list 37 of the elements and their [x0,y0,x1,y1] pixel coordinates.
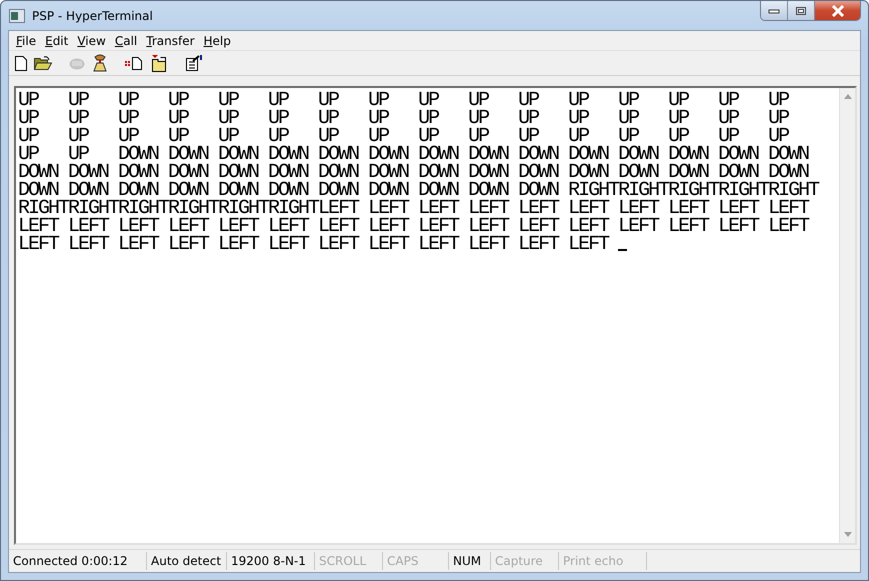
menu-item[interactable]: Call [112,34,144,48]
terminal-line: UP UP UP UP UP UP UP UP UP UP UP UP UP UP UP UP [18,92,790,110]
new-document-icon[interactable] [15,56,27,70]
terminal-line: UP UP UP UP UP UP UP UP UP UP UP UP UP UP UP UP [18,128,789,146]
app-icon [9,8,25,22]
menu-item[interactable]: View [74,34,112,48]
terminal-line: UP UP UP UP UP UP UP UP UP UP UP UP UP UP UP UP [18,110,790,128]
phone-icon[interactable] [92,54,108,72]
minimize-icon [768,8,780,14]
status-panel: CAPS [383,552,449,570]
window-title: PSP - HyperTerminal [32,8,153,22]
menu-item[interactable]: Transfer [143,34,201,48]
status-panel: NUM [449,552,491,570]
menu-item[interactable]: File [13,34,42,48]
status-panel: 19200 8-N-1 [227,552,315,570]
status-panel: Auto detect [147,552,227,570]
receive-file-icon[interactable] [150,54,168,72]
terminal-line: DOWN DOWN DOWN DOWN DOWN DOWN DOWN DOWN DOWN DOWN DOWN DOWN DOWN DOWN DOWN DOWN [18,164,808,182]
minimize-button[interactable] [761,1,788,20]
status-panel: Connected 0:00:12 [9,552,147,570]
properties-icon[interactable] [185,55,203,71]
terminal-line: LEFT LEFT LEFT LEFT LEFT LEFT LEFT LEFT LEFT LEFT LEFT LEFT LEFT LEFT LEFT LEFT [18,218,810,236]
close-button[interactable] [815,1,860,20]
menu-item[interactable]: Edit [42,34,74,48]
terminal-line: RIGHTRIGHTRIGHTRIGHTRIGHTRIGHTLEFT LEFT LEFT LEFT LEFT LEFT LEFT LEFT LEFT LEFT [18,200,810,218]
maximize-button[interactable] [788,1,815,20]
menu-item[interactable]: Help [200,34,237,48]
terminal-line: DOWN DOWN DOWN DOWN DOWN DOWN DOWN DOWN DOWN DOWN DOWN RIGHTRIGHTRIGHTRIGHTRIGHT [18,182,820,200]
maximize-icon [795,6,807,16]
folder-icon[interactable] [34,56,52,70]
close-icon [830,4,844,16]
terminal-line: LEFT LEFT LEFT LEFT LEFT LEFT LEFT LEFT LEFT LEFT LEFT LEFT [18,236,839,254]
terminal-line: UP UP DOWN DOWN DOWN DOWN DOWN DOWN DOWN DOWN DOWN DOWN DOWN DOWN DOWN DOWN [18,146,810,164]
send-file-icon[interactable] [125,56,143,70]
status-panel: Print echo [559,552,647,570]
status-panel: Capture [491,552,559,570]
status-panel: SCROLL [315,552,383,570]
